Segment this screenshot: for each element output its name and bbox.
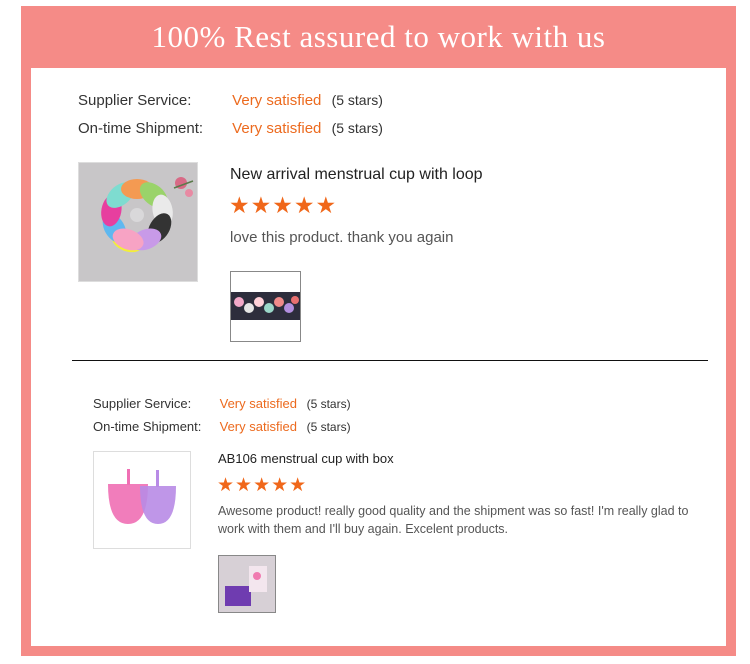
supplier-service-stars: (5 stars) bbox=[331, 92, 383, 108]
shipment-row: On-time Shipment: Very satisfied (5 star… bbox=[93, 419, 351, 434]
supplier-service-value: Very satisfied bbox=[232, 92, 322, 109]
rating-stars: ★★★★★ bbox=[217, 475, 308, 496]
product-image[interactable] bbox=[93, 451, 191, 549]
review-frame: 100% Rest assured to work with us Suppli… bbox=[21, 6, 736, 656]
supplier-service-label: Supplier Service: bbox=[93, 396, 192, 411]
reviews-panel: Supplier Service: Very satisfied (5 star… bbox=[31, 68, 726, 646]
review-photo[interactable] bbox=[230, 271, 301, 342]
rating-stars: ★★★★★ bbox=[229, 192, 338, 218]
menstrual-cups-image bbox=[94, 452, 190, 548]
menstrual-cups-image bbox=[79, 163, 197, 281]
shipment-label: On-time Shipment: bbox=[93, 419, 202, 434]
shipment-value: Very satisfied bbox=[232, 120, 322, 137]
shipment-value: Very satisfied bbox=[219, 419, 297, 434]
supplier-service-row: Supplier Service: Very satisfied (5 star… bbox=[93, 396, 351, 411]
product-title[interactable]: New arrival menstrual cup with loop bbox=[230, 166, 483, 184]
supplier-service-value: Very satisfied bbox=[219, 396, 297, 411]
shipment-stars: (5 stars) bbox=[306, 420, 351, 434]
product-title[interactable]: AB106 menstrual cup with box bbox=[218, 451, 394, 466]
review-photo-image bbox=[231, 272, 300, 341]
shipment-stars: (5 stars) bbox=[331, 120, 383, 136]
product-image[interactable] bbox=[78, 162, 198, 282]
review-comment: Awesome product! really good quality and… bbox=[218, 504, 689, 536]
review-comment: love this product. thank you again bbox=[230, 229, 454, 246]
review-divider bbox=[72, 360, 708, 361]
supplier-service-row: Supplier Service: Very satisfied (5 star… bbox=[78, 92, 383, 109]
banner-title: 100% Rest assured to work with us bbox=[151, 19, 606, 54]
review-photo[interactable] bbox=[218, 555, 276, 613]
shipment-label: On-time Shipment: bbox=[78, 120, 204, 137]
supplier-service-label: Supplier Service: bbox=[78, 92, 192, 109]
shipment-row: On-time Shipment: Very satisfied (5 star… bbox=[78, 120, 383, 137]
review-photo-image bbox=[219, 556, 275, 612]
supplier-service-stars: (5 stars) bbox=[306, 397, 351, 411]
